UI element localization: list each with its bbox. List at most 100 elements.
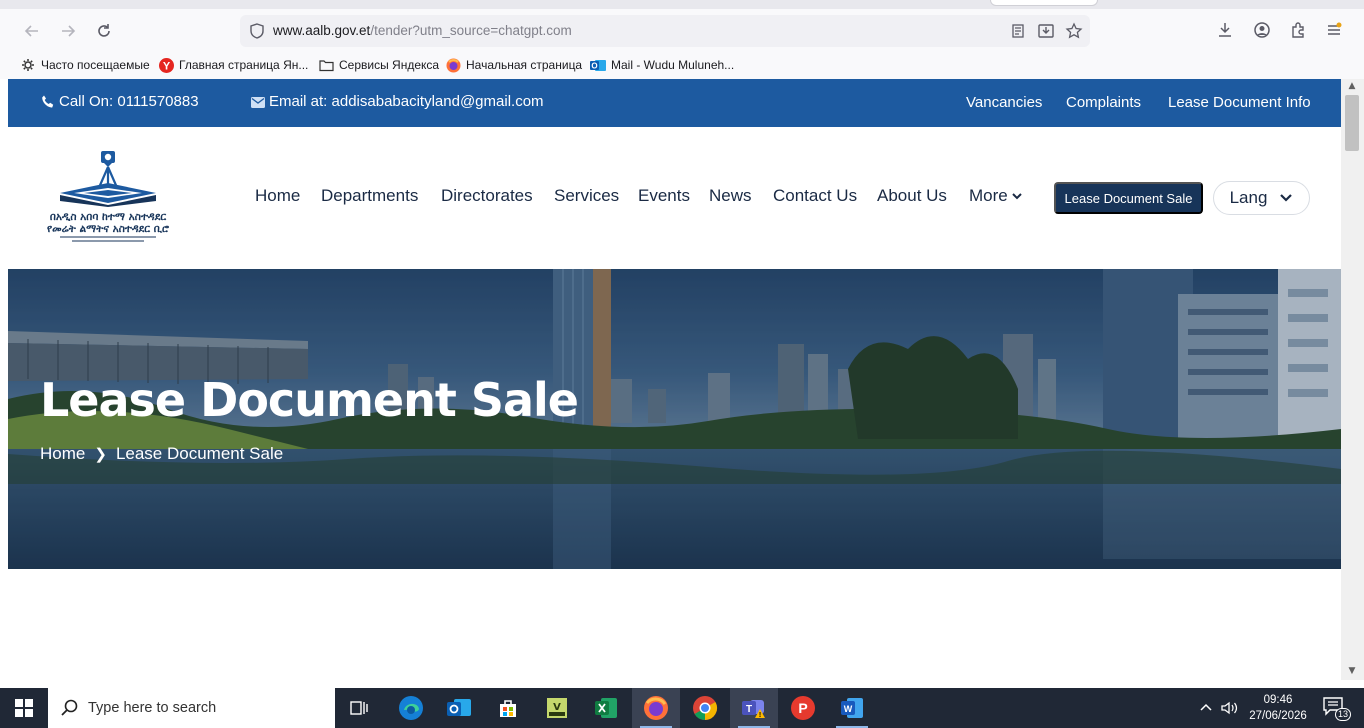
- lease-document-sale-button[interactable]: Lease Document Sale: [1054, 182, 1203, 214]
- nav-departments[interactable]: Departments: [321, 186, 418, 206]
- edge-icon: [399, 696, 423, 720]
- url-text[interactable]: www.aalb.gov.et/tender?utm_source=chatgp…: [273, 23, 572, 38]
- email-contact[interactable]: Email at: addisababacityland@gmail.com: [250, 93, 544, 110]
- bookmark-yandex-services[interactable]: Сервисы Яндекса: [318, 56, 439, 74]
- system-clock[interactable]: 09:46 27/06/2026: [1248, 692, 1308, 724]
- phone-icon: [42, 95, 54, 107]
- task-view-icon: [350, 701, 368, 715]
- breadcrumb: Home ❯ Lease Document Sale: [40, 444, 283, 464]
- hamburger-menu-icon: [1328, 22, 1342, 35]
- taskbar-app-edge[interactable]: [387, 688, 435, 728]
- nav-news[interactable]: News: [709, 186, 752, 206]
- downloads-button[interactable]: [1214, 19, 1236, 41]
- scroll-down-icon[interactable]: ▼: [1346, 666, 1358, 676]
- taskbar-search[interactable]: Type here to search: [48, 688, 335, 728]
- scroll-thumb[interactable]: [1345, 95, 1359, 151]
- back-button[interactable]: [19, 18, 45, 44]
- page-scrollbar[interactable]: ▲ ▼: [1341, 79, 1364, 680]
- psiphon-icon: P: [791, 696, 815, 720]
- download-icon: [1219, 23, 1231, 37]
- language-selector[interactable]: Lang: [1213, 181, 1310, 215]
- topbar-link-complaints[interactable]: Complaints: [1066, 94, 1141, 111]
- bookmark-mail[interactable]: O Mail - Wudu Muluneh...: [590, 56, 734, 74]
- site-logo[interactable]: በአዲስ አበባ ከተማ አስተዳደር የመሬት ልማትና አስተዳደር ቢሮ: [38, 149, 178, 249]
- chrome-icon: [693, 696, 718, 720]
- taskbar-app-chrome[interactable]: [681, 688, 729, 728]
- gear-icon: [20, 57, 36, 73]
- breadcrumb-home[interactable]: Home: [40, 444, 85, 464]
- active-tab-edge[interactable]: [990, 0, 1098, 6]
- windows-logo-icon: [15, 699, 33, 717]
- save-to-pocket-button[interactable]: [1036, 21, 1056, 41]
- nav-contact-us[interactable]: Contact Us: [773, 186, 857, 206]
- outlook-icon: O: [590, 57, 606, 73]
- forward-button[interactable]: [55, 18, 81, 44]
- taskbar-app-firefox[interactable]: [632, 688, 680, 728]
- windows-taskbar: Type here to search V T! P W 09:46 27/06…: [0, 688, 1364, 728]
- taskbar-app-teams[interactable]: T!: [730, 688, 778, 728]
- svg-text:T: T: [746, 704, 752, 715]
- chevron-up-icon: [1200, 703, 1212, 711]
- tab-strip: [0, 0, 1364, 9]
- svg-text:P: P: [798, 700, 807, 716]
- nav-services[interactable]: Services: [554, 186, 619, 206]
- nav-home[interactable]: Home: [255, 186, 300, 206]
- excel-icon: [595, 698, 617, 718]
- volume-button[interactable]: [1220, 700, 1240, 716]
- reader-view-icon: [1012, 24, 1024, 38]
- firefox-icon: [644, 696, 668, 720]
- topbar-link-vacancies[interactable]: Vancancies: [966, 94, 1042, 111]
- arrow-right-icon: [62, 25, 76, 37]
- bookmark-star-button[interactable]: [1064, 21, 1084, 41]
- web-page: Call On: 0111570883 Email at: addisababa…: [8, 79, 1341, 680]
- reader-view-button[interactable]: [1008, 21, 1028, 41]
- topbar-link-lease-document-info[interactable]: Lease Document Info: [1168, 94, 1311, 111]
- chevron-down-icon: [1280, 194, 1293, 202]
- bookmark-most-visited[interactable]: Часто посещаемые: [20, 56, 150, 74]
- account-icon: [1254, 22, 1270, 38]
- taskbar-app-generic[interactable]: V: [533, 688, 581, 728]
- shield-icon[interactable]: [248, 22, 266, 40]
- nav-about-us[interactable]: About Us: [877, 186, 947, 206]
- task-view-button[interactable]: [335, 688, 383, 728]
- reload-button[interactable]: [91, 18, 117, 44]
- taskbar-app-word[interactable]: W: [828, 688, 876, 728]
- star-icon: [1065, 22, 1083, 39]
- svg-text:!: !: [759, 712, 761, 719]
- app-menu-button[interactable]: [1323, 19, 1345, 41]
- logo-amharic-line-2: የመሬት ልማትና አስተዳደር ቢሮ: [47, 223, 170, 235]
- bookmarks-toolbar: Часто посещаемые Y Главная страница Ян..…: [0, 52, 1364, 78]
- logo-emblem: በአዲስ አበባ ከተማ አስተዳደር የመሬት ልማትና አስተዳደር ቢሮ: [47, 151, 170, 242]
- bookmark-start-page[interactable]: Начальная страница: [445, 56, 582, 74]
- address-bar[interactable]: www.aalb.gov.et/tender?utm_source=chatgp…: [240, 15, 1090, 47]
- reload-icon: [98, 24, 110, 37]
- main-navigation: በአዲስ አበባ ከተማ አስተዳደር የመሬት ልማትና አስተዳደር ቢሮ …: [8, 127, 1341, 269]
- logo-amharic-line-1: በአዲስ አበባ ከተማ አስተዳደር: [50, 211, 167, 223]
- nav-more-dropdown[interactable]: More: [969, 186, 1023, 206]
- svg-text:O: O: [591, 61, 597, 70]
- nav-directorates[interactable]: Directorates: [441, 186, 533, 206]
- arrow-left-icon: [24, 25, 38, 37]
- hero-banner: Lease Document Sale Home ❯ Lease Documen…: [8, 269, 1341, 569]
- word-icon: W: [841, 698, 863, 718]
- browser-chrome: www.aalb.gov.et/tender?utm_source=chatgp…: [0, 0, 1364, 79]
- account-button[interactable]: [1251, 19, 1273, 41]
- taskbar-app-excel[interactable]: [582, 688, 630, 728]
- breadcrumb-current: Lease Document Sale: [115, 444, 284, 463]
- start-button[interactable]: [0, 688, 48, 728]
- bookmark-yandex-home[interactable]: Y Главная страница Ян...: [158, 56, 308, 74]
- taskbar-app-outlook[interactable]: [435, 688, 483, 728]
- notification-count-badge: 13: [1335, 708, 1352, 721]
- taskbar-app-store[interactable]: [484, 688, 532, 728]
- speaker-icon: [1221, 701, 1238, 715]
- top-info-bar: Call On: 0111570883 Email at: addisababa…: [8, 79, 1341, 127]
- taskbar-app-psiphon[interactable]: P: [779, 688, 827, 728]
- svg-text:V: V: [553, 702, 561, 713]
- phone-contact[interactable]: Call On: 0111570883: [40, 93, 199, 110]
- tray-overflow-button[interactable]: [1198, 700, 1214, 716]
- extensions-button[interactable]: [1287, 19, 1309, 41]
- scroll-up-icon[interactable]: ▲: [1346, 81, 1358, 91]
- nav-events[interactable]: Events: [638, 186, 690, 206]
- outlook-icon: [447, 699, 471, 716]
- envelope-icon: [251, 96, 265, 108]
